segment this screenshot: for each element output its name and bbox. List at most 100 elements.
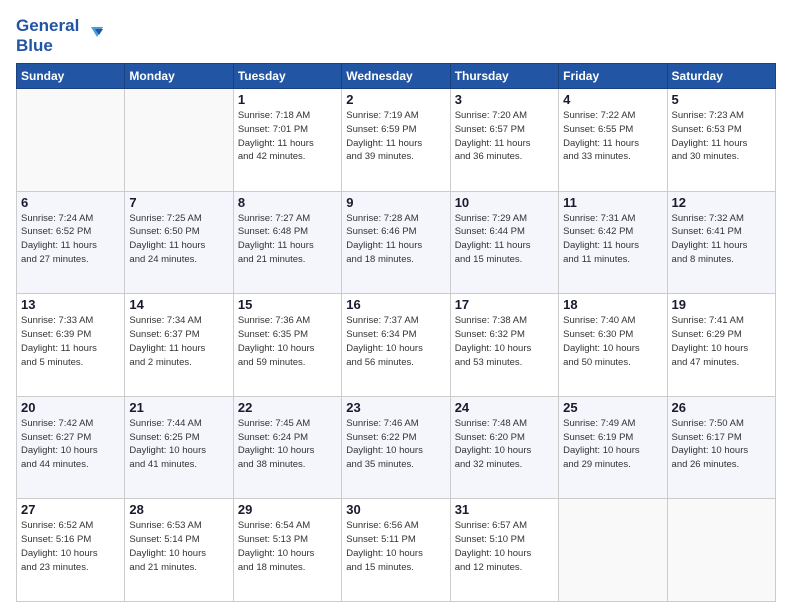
calendar-cell: 10 Sunrise: 7:29 AMSunset: 6:44 PMDayligh… [450,191,558,294]
calendar-week-row: 27Sunrise: 6:52 AMSunset: 5:16 PMDayligh… [17,499,776,602]
calendar-cell: 8 Sunrise: 7:27 AMSunset: 6:48 PMDaylight… [233,191,341,294]
day-info: Sunrise: 7:29 AMSunset: 6:44 PMDaylight:… [455,212,554,267]
day-number: 20 [21,400,120,415]
calendar-table: SundayMondayTuesdayWednesdayThursdayFrid… [16,63,776,602]
day-info: Sunrise: 7:40 AMSunset: 6:30 PMDaylight:… [563,314,662,369]
day-number: 30 [346,502,445,517]
day-info: Sunrise: 7:24 AMSunset: 6:52 PMDaylight:… [21,212,120,267]
day-info: Sunrise: 7:28 AMSunset: 6:46 PMDaylight:… [346,212,445,267]
calendar-cell: 31 Sunrise: 6:57 AMSunset: 5:10 PMDayligh… [450,499,558,602]
day-info: Sunrise: 7:27 AMSunset: 6:48 PMDaylight:… [238,212,337,267]
day-info: Sunrise: 7:32 AMSunset: 6:41 PMDaylight:… [672,212,771,267]
day-info: Sunrise: 7:49 AMSunset: 6:19 PMDaylight:… [563,417,662,472]
day-number: 26 [672,400,771,415]
day-number: 11 [563,195,662,210]
calendar-week-row: 1 Sunrise: 7:18 AMSunset: 7:01 PMDaylight… [17,89,776,192]
calendar-cell: 9Sunrise: 7:28 AMSunset: 6:46 PMDaylight… [342,191,450,294]
calendar-cell [17,89,125,192]
day-number: 3 [455,92,554,107]
calendar-cell: 26Sunrise: 7:50 AMSunset: 6:17 PMDayligh… [667,396,775,499]
day-number: 23 [346,400,445,415]
calendar-cell: 6 Sunrise: 7:24 AMSunset: 6:52 PMDaylight… [17,191,125,294]
day-info: Sunrise: 7:45 AMSunset: 6:24 PMDaylight:… [238,417,337,472]
calendar-cell: 19 Sunrise: 7:41 AMSunset: 6:29 PMDayligh… [667,294,775,397]
day-info: Sunrise: 7:36 AMSunset: 6:35 PMDaylight:… [238,314,337,369]
calendar-cell: 7Sunrise: 7:25 AMSunset: 6:50 PMDaylight… [125,191,233,294]
weekday-header-row: SundayMondayTuesdayWednesdayThursdayFrid… [17,64,776,89]
logo: General Blue [16,16,103,55]
day-number: 14 [129,297,228,312]
weekday-header-monday: Monday [125,64,233,89]
day-info: Sunrise: 7:38 AMSunset: 6:32 PMDaylight:… [455,314,554,369]
day-number: 18 [563,297,662,312]
calendar-cell: 14Sunrise: 7:34 AMSunset: 6:37 PMDayligh… [125,294,233,397]
day-number: 4 [563,92,662,107]
weekday-header-thursday: Thursday [450,64,558,89]
calendar-cell: 3 Sunrise: 7:20 AMSunset: 6:57 PMDaylight… [450,89,558,192]
calendar-cell: 23 Sunrise: 7:46 AMSunset: 6:22 PMDayligh… [342,396,450,499]
calendar-cell [559,499,667,602]
day-number: 6 [21,195,120,210]
day-number: 21 [129,400,228,415]
calendar-cell: 21 Sunrise: 7:44 AMSunset: 6:25 PMDayligh… [125,396,233,499]
calendar-week-row: 20 Sunrise: 7:42 AMSunset: 6:27 PMDayligh… [17,396,776,499]
day-info: Sunrise: 7:41 AMSunset: 6:29 PMDaylight:… [672,314,771,369]
day-info: Sunrise: 6:56 AMSunset: 5:11 PMDaylight:… [346,519,445,574]
calendar-cell: 20 Sunrise: 7:42 AMSunset: 6:27 PMDayligh… [17,396,125,499]
calendar-cell: 25 Sunrise: 7:49 AMSunset: 6:19 PMDayligh… [559,396,667,499]
calendar-cell: 29Sunrise: 6:54 AMSunset: 5:13 PMDayligh… [233,499,341,602]
weekday-header-saturday: Saturday [667,64,775,89]
day-number: 10 [455,195,554,210]
day-number: 31 [455,502,554,517]
day-info: Sunrise: 7:20 AMSunset: 6:57 PMDaylight:… [455,109,554,164]
day-info: Sunrise: 6:53 AMSunset: 5:14 PMDaylight:… [129,519,228,574]
calendar-cell: 27Sunrise: 6:52 AMSunset: 5:16 PMDayligh… [17,499,125,602]
day-number: 5 [672,92,771,107]
day-number: 22 [238,400,337,415]
weekday-header-sunday: Sunday [17,64,125,89]
page: General Blue SundayMondayTuesdayWednesda… [0,0,792,612]
day-info: Sunrise: 7:23 AMSunset: 6:53 PMDaylight:… [672,109,771,164]
calendar-cell: 24 Sunrise: 7:48 AMSunset: 6:20 PMDayligh… [450,396,558,499]
header: General Blue [16,12,776,55]
day-number: 15 [238,297,337,312]
weekday-header-friday: Friday [559,64,667,89]
day-number: 29 [238,502,337,517]
calendar-cell: 2 Sunrise: 7:19 AMSunset: 6:59 PMDaylight… [342,89,450,192]
calendar-cell: 28Sunrise: 6:53 AMSunset: 5:14 PMDayligh… [125,499,233,602]
calendar-cell: 22 Sunrise: 7:45 AMSunset: 6:24 PMDayligh… [233,396,341,499]
calendar-cell: 5 Sunrise: 7:23 AMSunset: 6:53 PMDaylight… [667,89,775,192]
day-number: 24 [455,400,554,415]
day-info: Sunrise: 7:22 AMSunset: 6:55 PMDaylight:… [563,109,662,164]
day-number: 1 [238,92,337,107]
day-number: 17 [455,297,554,312]
day-number: 16 [346,297,445,312]
day-info: Sunrise: 7:42 AMSunset: 6:27 PMDaylight:… [21,417,120,472]
calendar-week-row: 6 Sunrise: 7:24 AMSunset: 6:52 PMDaylight… [17,191,776,294]
calendar-cell: 1 Sunrise: 7:18 AMSunset: 7:01 PMDaylight… [233,89,341,192]
day-info: Sunrise: 7:46 AMSunset: 6:22 PMDaylight:… [346,417,445,472]
calendar-cell: 11 Sunrise: 7:31 AMSunset: 6:42 PMDayligh… [559,191,667,294]
day-number: 13 [21,297,120,312]
day-info: Sunrise: 7:44 AMSunset: 6:25 PMDaylight:… [129,417,228,472]
day-number: 8 [238,195,337,210]
day-number: 19 [672,297,771,312]
weekday-header-tuesday: Tuesday [233,64,341,89]
day-info: Sunrise: 6:57 AMSunset: 5:10 PMDaylight:… [455,519,554,574]
calendar-cell [667,499,775,602]
calendar-cell: 30 Sunrise: 6:56 AMSunset: 5:11 PMDayligh… [342,499,450,602]
calendar-cell: 15 Sunrise: 7:36 AMSunset: 6:35 PMDayligh… [233,294,341,397]
day-info: Sunrise: 7:19 AMSunset: 6:59 PMDaylight:… [346,109,445,164]
weekday-header-wednesday: Wednesday [342,64,450,89]
logo-line2: Blue [16,36,79,56]
day-number: 25 [563,400,662,415]
calendar-week-row: 13Sunrise: 7:33 AMSunset: 6:39 PMDayligh… [17,294,776,397]
calendar-cell: 17 Sunrise: 7:38 AMSunset: 6:32 PMDayligh… [450,294,558,397]
day-number: 2 [346,92,445,107]
day-info: Sunrise: 7:48 AMSunset: 6:20 PMDaylight:… [455,417,554,472]
day-info: Sunrise: 7:18 AMSunset: 7:01 PMDaylight:… [238,109,337,164]
logo-bird-icon [81,25,103,47]
calendar-cell: 18 Sunrise: 7:40 AMSunset: 6:30 PMDayligh… [559,294,667,397]
day-info: Sunrise: 7:31 AMSunset: 6:42 PMDaylight:… [563,212,662,267]
calendar-cell [125,89,233,192]
